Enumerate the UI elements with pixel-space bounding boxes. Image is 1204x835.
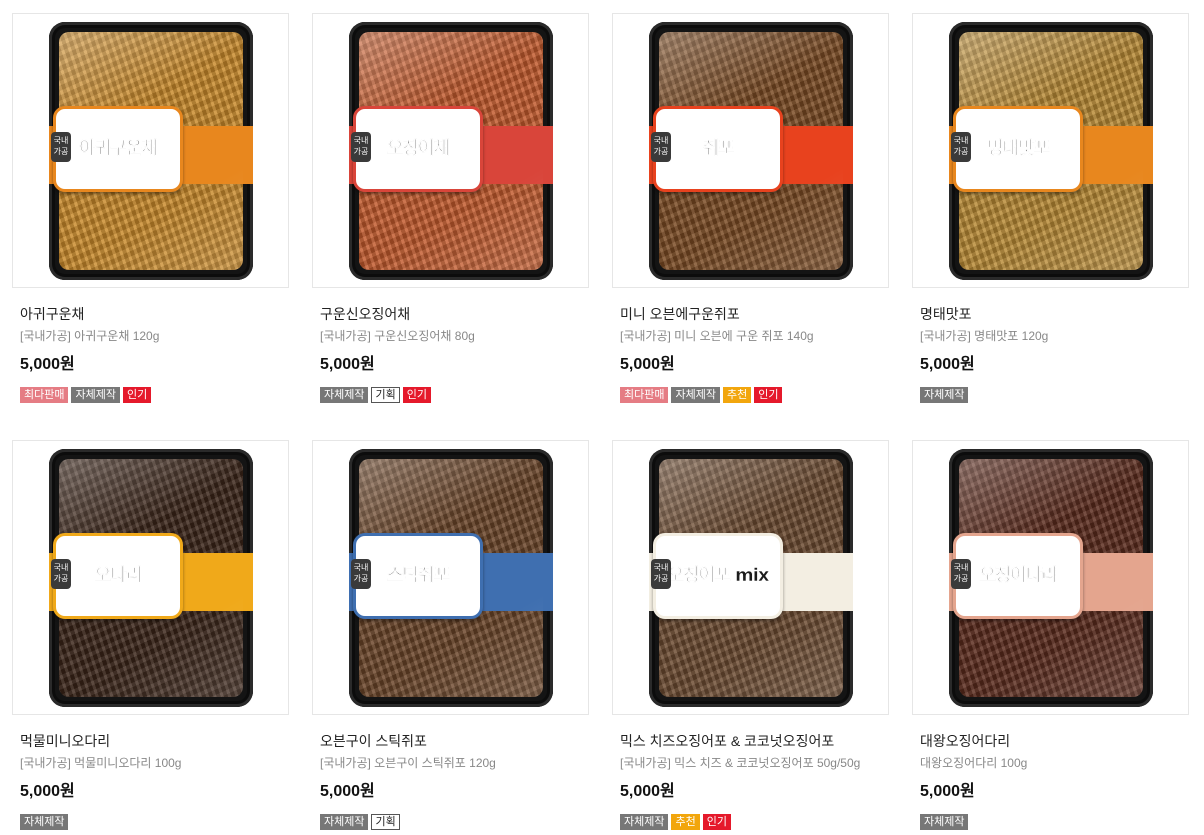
package-label: 아귀구운채 <box>53 106 183 192</box>
product-tags: 자체제작 <box>920 387 1189 403</box>
product-price: 5,000원 <box>20 356 75 373</box>
package-label: 스틱쥐포 <box>353 533 483 619</box>
product-tags: 자체제작 추천 인기 <box>620 814 889 830</box>
domestic-processing-mark: 국내가공 <box>51 132 71 162</box>
product-image[interactable]: 스틱쥐포 국내가공 <box>312 440 589 715</box>
tag-best: 최다판매 <box>20 387 69 403</box>
product-card[interactable]: 오다리 국내가공먹물미니오다리 [국내가공] 먹물미니오다리 100g 5,000원자… <box>12 440 289 830</box>
product-card[interactable]: 스틱쥐포 국내가공오븐구이 스틱쥐포 [국내가공] 오븐구이 스틱쥐포 120g 5,… <box>312 440 589 830</box>
product-name[interactable]: 오븐구이 스틱쥐포 <box>320 732 589 750</box>
product-info: 구운신오징어채 [국내가공] 구운신오징어채 80g 5,000원자체제작 기획 인기 <box>312 305 589 403</box>
product-price: 5,000원 <box>620 356 675 373</box>
package-label-text: 쥐포 <box>702 138 735 159</box>
product-price: 5,000원 <box>320 356 375 373</box>
product-tags: 자체제작 기획 인기 <box>320 387 589 403</box>
product-name[interactable]: 믹스 치즈오징어포 & 코코넛오징어포 <box>620 732 889 750</box>
product-card[interactable]: 아귀구운채 국내가공 아귀구운채 [국내가공] 아귀구운채 120g 5,000원 최다판… <box>12 13 289 403</box>
domestic-processing-mark: 국내가공 <box>951 132 971 162</box>
product-price: 5,000원 <box>920 783 975 800</box>
domestic-processing-mark: 국내가공 <box>651 132 671 162</box>
product-card[interactable]: 쥐포 국내가공미니 오븐에구운쥐포 [국내가공] 미니 오븐에 구운 쥐포 140g… <box>612 13 889 403</box>
product-tags: 자체제작 기획 <box>320 814 589 830</box>
package-label: 오징어다리 <box>953 533 1083 619</box>
domestic-processing-mark: 국내가공 <box>351 132 371 162</box>
product-card[interactable]: 오징어다리 국내가공대왕오징어다리대왕오징어다리 100g 5,000원자체제작 <box>912 440 1189 830</box>
package-label: 오징어포 mix <box>653 533 783 619</box>
tag-own: 자체제작 <box>620 814 669 830</box>
tag-rec: 추천 <box>671 814 700 830</box>
product-info: 미니 오븐에구운쥐포 [국내가공] 미니 오븐에 구운 쥐포 140g 5,000원… <box>612 305 889 403</box>
product-description: [국내가공] 오븐구이 스틱쥐포 120g <box>320 756 496 770</box>
tag-own: 자체제작 <box>671 387 720 403</box>
tag-hot: 인기 <box>402 387 431 403</box>
package-label: 오징어채 <box>353 106 483 192</box>
package-label-text: 오징어채 <box>386 138 451 159</box>
package-label-text: 오징어다리 <box>979 565 1058 586</box>
domestic-processing-mark: 국내가공 <box>951 559 971 589</box>
product-price: 5,000원 <box>20 783 75 800</box>
product-image[interactable]: 쥐포 국내가공 <box>612 13 889 288</box>
product-info: 아귀구운채 [국내가공] 아귀구운채 120g 5,000원최다판매 자체제작 인기 <box>12 305 289 403</box>
tag-rec: 추천 <box>722 387 752 403</box>
tag-best: 최다판매 <box>620 387 669 403</box>
package-label-text: 아귀구운채 <box>79 138 158 159</box>
product-info: 믹스 치즈오징어포 & 코코넛오징어포 [국내가공] 믹스 치즈 & 코코넛오징어… <box>612 732 889 830</box>
package-label: 오다리 <box>53 533 183 619</box>
product-tags: 최다판매 자체제작 인기 <box>20 387 289 403</box>
tag-own: 자체제작 <box>320 814 369 830</box>
product-tags: 최다판매 자체제작 추천 인기 <box>620 387 889 403</box>
tag-hot: 인기 <box>754 387 783 403</box>
product-card[interactable]: 오징어포 mix 국내가공믹스 치즈오징어포 & 코코넛오징어포 [국내가공] 믹스… <box>612 440 889 830</box>
product-image[interactable]: 오다리 국내가공 <box>12 440 289 715</box>
tag-plan: 기획 <box>371 387 400 403</box>
product-image[interactable]: 오징어포 mix 국내가공 <box>612 440 889 715</box>
product-info: 먹물미니오다리 [국내가공] 먹물미니오다리 100g 5,000원자체제작 <box>12 732 289 830</box>
product-description: [국내가공] 아귀구운채 120g <box>20 329 160 343</box>
tag-hot: 인기 <box>702 814 731 830</box>
product-name[interactable]: 대왕오징어다리 <box>920 732 1189 750</box>
domestic-processing-mark: 국내가공 <box>351 559 371 589</box>
package-label-text: 명태맛포 <box>986 138 1051 159</box>
tag-plan: 기획 <box>371 814 400 830</box>
tag-own: 자체제작 <box>71 387 120 403</box>
product-name[interactable]: 미니 오븐에구운쥐포 <box>620 305 889 323</box>
product-image[interactable]: 아귀구운채 국내가공 <box>12 13 289 288</box>
product-card[interactable]: 명태맛포 국내가공 명태맛포 [국내가공] 명태맛포 120g 5,000원 자체제작 <box>912 13 1189 403</box>
product-description: [국내가공] 먹물미니오다리 100g <box>20 756 182 770</box>
product-card[interactable]: 오징어채 국내가공구운신오징어채 [국내가공] 구운신오징어채 80g 5,000원자… <box>312 13 589 403</box>
tag-own: 자체제작 <box>20 814 69 830</box>
product-image[interactable]: 명태맛포 국내가공 <box>912 13 1189 288</box>
tag-hot: 인기 <box>122 387 152 403</box>
product-tags: 자체제작 <box>920 814 1189 830</box>
product-name[interactable]: 아귀구운채 <box>20 305 289 323</box>
product-description: 대왕오징어다리 100g <box>920 756 1028 770</box>
package-label-text: 오징어포 mix <box>667 565 770 586</box>
domestic-processing-mark: 국내가공 <box>51 559 71 589</box>
product-description: [국내가공] 구운신오징어채 80g <box>320 329 475 343</box>
package-label: 쥐포 <box>653 106 783 192</box>
product-description: [국내가공] 미니 오븐에 구운 쥐포 140g <box>620 329 814 343</box>
product-tags: 자체제작 <box>20 814 289 830</box>
package-label: 명태맛포 <box>953 106 1083 192</box>
product-price: 5,000원 <box>920 356 975 373</box>
product-description: [국내가공] 믹스 치즈 & 코코넛오징어포 50g/50g <box>620 756 861 770</box>
package-label-text: 스틱쥐포 <box>386 565 451 586</box>
product-description: [국내가공] 명태맛포 120g <box>920 329 1049 343</box>
product-image[interactable]: 오징어채 국내가공 <box>312 13 589 288</box>
tag-own: 자체제작 <box>920 387 969 403</box>
package-label-text: 오다리 <box>94 565 142 586</box>
product-price: 5,000원 <box>320 783 375 800</box>
product-name[interactable]: 구운신오징어채 <box>320 305 589 323</box>
tag-own: 자체제작 <box>920 814 969 830</box>
product-name[interactable]: 명태맛포 <box>920 305 1189 323</box>
tag-own: 자체제작 <box>320 387 369 403</box>
product-info: 대왕오징어다리대왕오징어다리 100g 5,000원자체제작 <box>912 732 1189 830</box>
product-name[interactable]: 먹물미니오다리 <box>20 732 289 750</box>
product-info: 오븐구이 스틱쥐포 [국내가공] 오븐구이 스틱쥐포 120g 5,000원자체제작… <box>312 732 589 830</box>
product-image[interactable]: 오징어다리 국내가공 <box>912 440 1189 715</box>
domestic-processing-mark: 국내가공 <box>651 559 671 589</box>
product-info: 명태맛포 [국내가공] 명태맛포 120g 5,000원자체제작 <box>912 305 1189 403</box>
product-price: 5,000원 <box>620 783 675 800</box>
